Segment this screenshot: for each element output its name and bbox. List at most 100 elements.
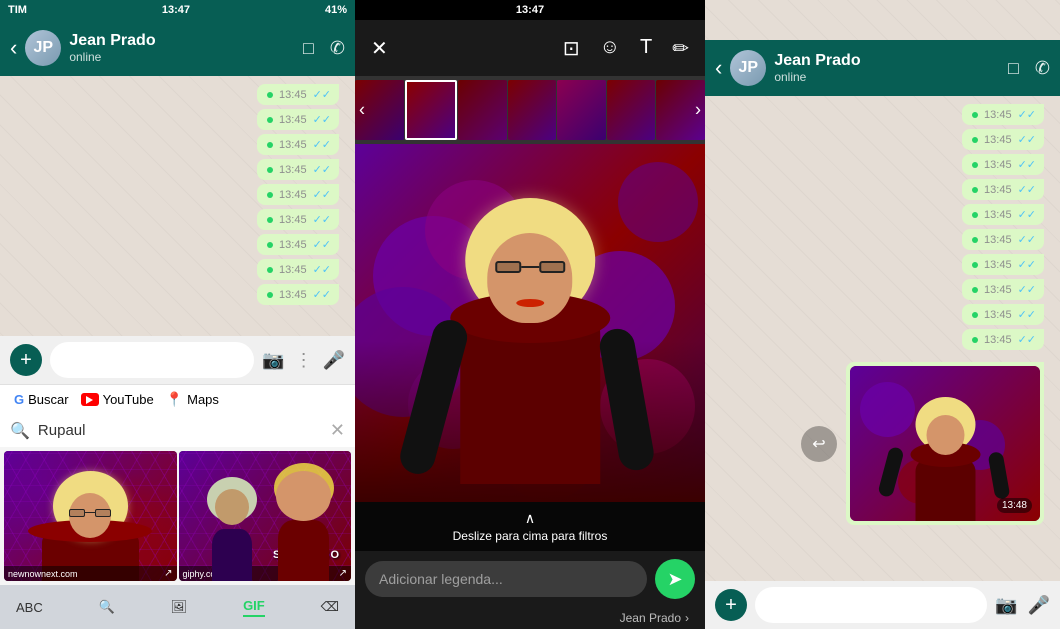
keyboard-row: ABC 🔍 🖼 GIF ⌫: [0, 585, 355, 629]
close-editor-button[interactable]: ✕: [371, 36, 388, 61]
gif-external-icon-2: ↗: [339, 568, 347, 579]
avatar-right: JP: [730, 50, 766, 86]
camera-icon-right[interactable]: 📷: [995, 595, 1017, 616]
video-icon-right[interactable]: □: [1008, 58, 1019, 79]
msg-time: 13:45: [984, 109, 1012, 121]
msg-checks: ✓✓: [313, 188, 331, 201]
caption-input[interactable]: Adicionar legenda...: [365, 561, 647, 597]
msg-checks: ✓✓: [1018, 208, 1036, 221]
film-nav-left-icon[interactable]: ‹: [359, 100, 365, 121]
message-dot: [972, 112, 978, 118]
back-button-left[interactable]: ‹: [10, 35, 17, 61]
list-item: 13:45 ✓✓: [962, 329, 1044, 350]
msg-time: 13:45: [279, 264, 307, 276]
suggestion-maps-label: Maps: [187, 392, 219, 407]
msg-time: 13:45: [279, 214, 307, 226]
msg-checks: ✓✓: [313, 238, 331, 251]
kb-abc[interactable]: ABC: [16, 600, 43, 615]
msg-checks: ✓✓: [1018, 158, 1036, 171]
msg-checks: ✓✓: [1018, 233, 1036, 246]
list-item: 13:45 ✓✓: [962, 154, 1044, 175]
message-dot: [267, 217, 273, 223]
bubble-glove-left: [877, 446, 904, 498]
recipient-chevron-icon: ›: [685, 611, 689, 625]
kb-delete[interactable]: ⌫: [321, 599, 339, 615]
search-clear-icon[interactable]: ✕: [330, 420, 345, 441]
list-item: 13:45 ✓✓: [962, 229, 1044, 250]
chat-header-left: ‹ JP Jean Prado online □ ✆: [0, 20, 355, 76]
performer-glasses: [495, 261, 565, 275]
message-dot: [972, 312, 978, 318]
film-strip: ‹ ›: [355, 76, 705, 144]
msg-checks: ✓✓: [1018, 333, 1036, 346]
mic-icon-left[interactable]: 🎤: [323, 350, 345, 371]
film-nav-right-icon[interactable]: ›: [695, 100, 701, 121]
caption-placeholder: Adicionar legenda...: [379, 571, 503, 587]
recipient-label: Jean Prado ›: [355, 607, 705, 629]
message-dot: [267, 142, 273, 148]
film-frame-6[interactable]: [607, 80, 656, 140]
film-frame-3[interactable]: [458, 80, 507, 140]
msg-checks: ✓✓: [313, 213, 331, 226]
mic-icon-right[interactable]: 🎤: [1028, 595, 1050, 616]
back-button-right[interactable]: ‹: [715, 55, 722, 81]
msg-checks: ✓✓: [1018, 258, 1036, 271]
add-button-right[interactable]: +: [715, 589, 747, 621]
film-frame-4[interactable]: [508, 80, 557, 140]
gif-item-2[interactable]: SILÊNCIO giphy.com ↗: [179, 451, 352, 581]
gif-overlay-1: newnownext.com ↗: [4, 566, 177, 581]
right-bottom-bar: + 📷 🎤: [705, 581, 1060, 629]
table-row: 13:45 ✓✓: [257, 109, 339, 130]
video-icon-left[interactable]: □: [303, 38, 314, 59]
msg-time: 13:45: [279, 189, 307, 201]
film-frame-2[interactable]: [405, 80, 458, 140]
pen-icon[interactable]: ✏: [672, 36, 689, 61]
camera-icon-left[interactable]: 📷: [262, 350, 284, 371]
forward-button[interactable]: ↩: [801, 426, 837, 462]
msg-time: 13:45: [279, 139, 307, 151]
msg-checks: ✓✓: [313, 163, 331, 176]
suggestion-google[interactable]: G Buscar: [14, 392, 69, 407]
suggestion-maps[interactable]: 📍 Maps: [166, 391, 219, 408]
more-icon-left[interactable]: ⋮: [295, 350, 313, 371]
right-text-input[interactable]: [755, 587, 987, 623]
film-frame-5[interactable]: [557, 80, 606, 140]
phone-icon-left[interactable]: ✆: [330, 38, 345, 59]
crop-icon[interactable]: ⊡: [563, 36, 580, 61]
kb-search[interactable]: 🔍: [99, 599, 115, 615]
kb-gif[interactable]: GIF: [243, 598, 265, 617]
text-input-left[interactable]: [50, 342, 254, 378]
search-input[interactable]: [38, 422, 322, 439]
table-row: 13:45 ✓✓: [257, 159, 339, 180]
bubble-face: [926, 415, 964, 455]
bubble-glove-right: [988, 451, 1011, 500]
search-row: 🔍 ✕: [0, 414, 355, 447]
text-tool-icon[interactable]: T: [640, 36, 652, 61]
contact-info-left: Jean Prado online: [69, 32, 295, 64]
phone-icon-right[interactable]: ✆: [1035, 58, 1050, 79]
gif-editor-panel: 13:47 ✕ ⊡ ☺ T ✏ ‹ ›: [355, 0, 705, 629]
msg-time: 13:45: [984, 309, 1012, 321]
list-item: 13:45 ✓✓: [962, 204, 1044, 225]
message-dot: [267, 242, 273, 248]
msg-checks: ✓✓: [1018, 308, 1036, 321]
suggestion-youtube[interactable]: YouTube: [81, 392, 154, 407]
gif-item-1[interactable]: newnownext.com ↗: [4, 451, 177, 581]
messages-list-left: 13:45 ✓✓ 13:45 ✓✓ 13:45 ✓✓ 13:45 ✓✓ 13:4…: [0, 76, 355, 313]
list-item: 13:45 ✓✓: [962, 129, 1044, 150]
message-dot: [267, 292, 273, 298]
gif-preview-area: [355, 144, 705, 502]
bubble-performer: [879, 397, 1012, 521]
message-dot: [267, 192, 273, 198]
msg-checks: ✓✓: [313, 88, 331, 101]
google-logo: G: [14, 392, 24, 407]
kb-image[interactable]: 🖼: [171, 599, 188, 615]
recipient-name: Jean Prado: [620, 611, 681, 625]
right-messages-area: 13:45 ✓✓ 13:45 ✓✓ 13:45 ✓✓ 13:45 ✓✓ 13:4…: [705, 96, 1060, 581]
add-button-left[interactable]: +: [10, 344, 42, 376]
send-button[interactable]: ➤: [655, 559, 695, 599]
table-row: 13:45 ✓✓: [257, 259, 339, 280]
bubble-dress: [915, 459, 975, 521]
film-frames: [355, 80, 705, 140]
emoji-icon[interactable]: ☺: [600, 36, 620, 61]
